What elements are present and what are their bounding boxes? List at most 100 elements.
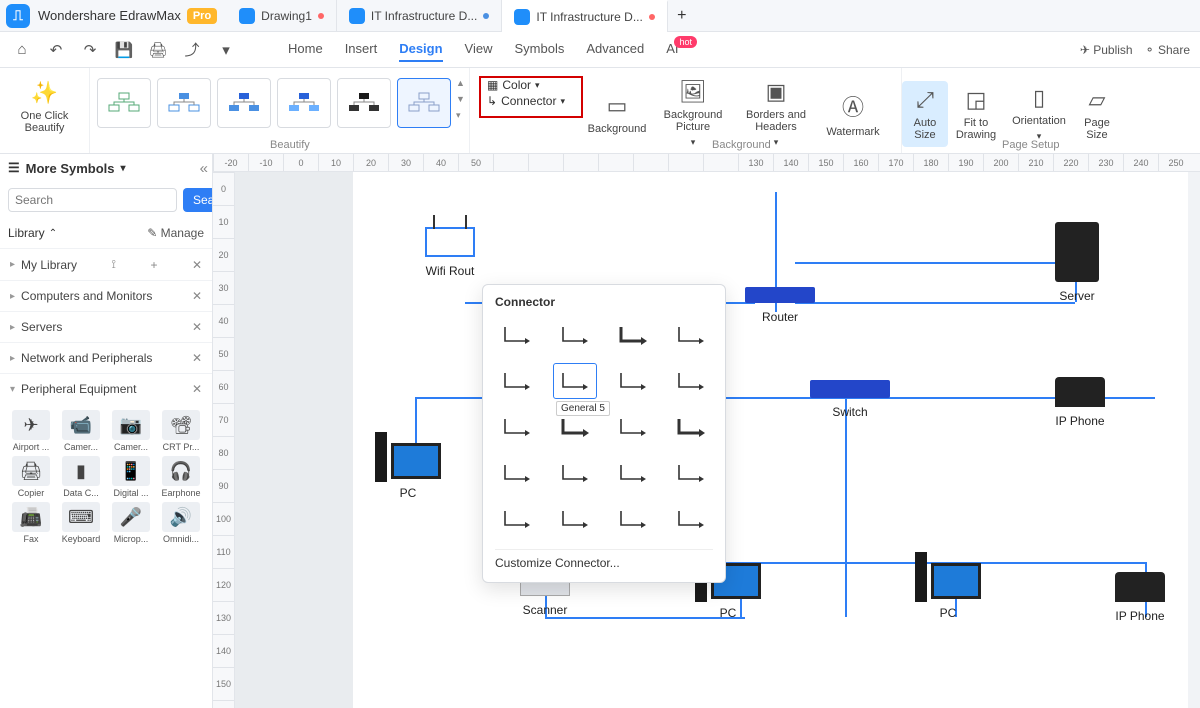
publish-button[interactable]: ✈ Publish [1080,43,1133,57]
theme-option-4[interactable] [277,78,331,128]
node-switch[interactable]: Switch [810,380,890,419]
shape-data-collector[interactable]: ▮Data C... [58,456,104,498]
search-button[interactable]: Search [183,188,213,212]
theme-option-3[interactable] [217,78,271,128]
connector-option[interactable] [611,455,655,491]
theme-option-6[interactable] [397,78,451,128]
connector-option[interactable] [495,317,539,353]
theme-expand-icon[interactable]: ▾ [456,110,465,121]
menu-symbols[interactable]: Symbols [515,37,565,62]
undo-icon[interactable]: ↶ [44,38,68,62]
close-icon[interactable]: ✕ [192,382,202,396]
lib-section-peripheral[interactable]: ▾Peripheral Equipment✕ [0,373,212,404]
collapse-up-icon[interactable]: ⌃ [49,228,57,239]
color-dropdown[interactable]: ▦Color▾ [487,78,565,92]
theme-scroll-up-icon[interactable]: ▲ [456,78,465,88]
more-icon[interactable]: ▾ [214,38,238,62]
shape-camera-1[interactable]: 📹Camer... [58,410,104,452]
connector-option[interactable] [495,409,539,445]
menu-home[interactable]: Home [288,37,323,62]
home-icon[interactable]: ⌂ [10,38,34,62]
add-icon[interactable]: + [150,258,157,272]
theme-option-5[interactable] [337,78,391,128]
connector-option[interactable] [611,317,655,353]
theme-scroll-down-icon[interactable]: ▼ [456,94,465,104]
menu-insert[interactable]: Insert [345,37,378,62]
close-icon[interactable]: ✕ [192,351,202,365]
shape-copier[interactable]: 🖨Copier [8,456,54,498]
shape-camera-2[interactable]: 📷Camer... [108,410,154,452]
menu-advanced[interactable]: Advanced [586,37,644,62]
customize-connector-button[interactable]: Customize Connector... [495,549,713,570]
shape-fax[interactable]: 📠Fax [8,502,54,544]
fit-to-drawing-button[interactable]: ◲Fit to Drawing [948,81,1004,147]
lib-section-my-library[interactable]: ▸My Library⟟+✕ [0,248,212,280]
search-input[interactable] [8,188,177,212]
pin-icon[interactable]: ⟟ [112,257,116,272]
auto-size-button[interactable]: ⤢Auto Size [902,81,948,147]
save-icon[interactable]: 💾 [112,38,136,62]
connector-option[interactable] [553,455,597,491]
redo-icon[interactable]: ↷ [78,38,102,62]
share-button[interactable]: ⚬ Share [1145,43,1190,57]
orientation-button[interactable]: ▯Orientation▾ [1004,81,1074,147]
node-wifi-router[interactable]: Wifi Rout [425,227,475,278]
connector-option-selected[interactable]: General 5 [553,363,597,399]
connector-option[interactable] [553,317,597,353]
node-router[interactable]: Router [745,287,815,324]
connector-option[interactable] [553,409,597,445]
export-icon[interactable]: ⤴ [180,38,204,62]
connector-option[interactable] [611,501,655,537]
close-icon[interactable]: ✕ [192,320,202,334]
close-icon[interactable]: ✕ [192,289,202,303]
connector-option[interactable] [669,501,713,537]
document-tab-1[interactable]: Drawing1 [227,0,337,32]
close-icon[interactable]: ✕ [192,258,202,272]
lib-section-servers[interactable]: ▸Servers✕ [0,311,212,342]
watermark-button[interactable]: ⒶWatermark [818,81,888,147]
shape-crt-projector[interactable]: 📽CRT Pr... [158,410,204,452]
collapse-sidebar-icon[interactable]: « [200,160,208,177]
node-pc-3[interactable]: PC [915,552,981,620]
lib-section-computers[interactable]: ▸Computers and Monitors✕ [0,280,212,311]
connector-option[interactable] [669,317,713,353]
document-tab-3[interactable]: IT Infrastructure D... [502,0,667,32]
theme-option-1[interactable] [97,78,151,128]
shape-airport[interactable]: ✈Airport ... [8,410,54,452]
menu-design[interactable]: Design [399,37,442,62]
document-tab-2[interactable]: IT Infrastructure D... [337,0,502,32]
add-tab-button[interactable]: + [668,7,696,25]
shape-keyboard[interactable]: ⌨Keyboard [58,502,104,544]
manage-button[interactable]: ✎ Manage [147,226,204,240]
shape-earphone[interactable]: 🎧Earphone [158,456,204,498]
node-server[interactable]: Server [1055,222,1099,303]
theme-option-2[interactable] [157,78,211,128]
background-picture-button[interactable]: 🖼Background Picture▾ [652,81,734,147]
print-icon[interactable]: 🖨 [146,38,170,62]
background-button[interactable]: ▭Background [582,81,652,147]
shape-omnidirectional[interactable]: 🔊Omnidi... [158,502,204,544]
shape-digital[interactable]: 📱Digital ... [108,456,154,498]
lib-section-network[interactable]: ▸Network and Peripherals✕ [0,342,212,373]
node-ip-phone-1[interactable]: IP Phone [1055,377,1105,428]
connector-option[interactable] [495,501,539,537]
one-click-beautify-button[interactable]: ✨ One Click Beautify [10,74,80,140]
connector-option[interactable] [669,455,713,491]
connector-option[interactable] [495,363,539,399]
node-ip-phone-2[interactable]: IP Phone [1115,572,1165,623]
more-symbols-button[interactable]: ☰ More Symbols ▾ [0,154,134,182]
connector-option[interactable] [669,363,713,399]
connector-option[interactable] [669,409,713,445]
page-size-button[interactable]: ▱Page Size [1074,81,1120,147]
borders-headers-button[interactable]: ▣Borders and Headers▾ [734,81,818,147]
menu-view[interactable]: View [465,37,493,62]
vertical-scrollbar[interactable] [1188,172,1200,708]
connector-option[interactable] [553,501,597,537]
connector-dropdown[interactable]: ↳Connector▾ [487,94,565,108]
connector-option[interactable] [611,363,655,399]
menu-ai[interactable]: AIhot [666,37,701,62]
connector-option[interactable] [495,455,539,491]
shape-microphone[interactable]: 🎤Microp... [108,502,154,544]
node-pc-1[interactable]: PC [375,432,441,500]
connector-option[interactable] [611,409,655,445]
